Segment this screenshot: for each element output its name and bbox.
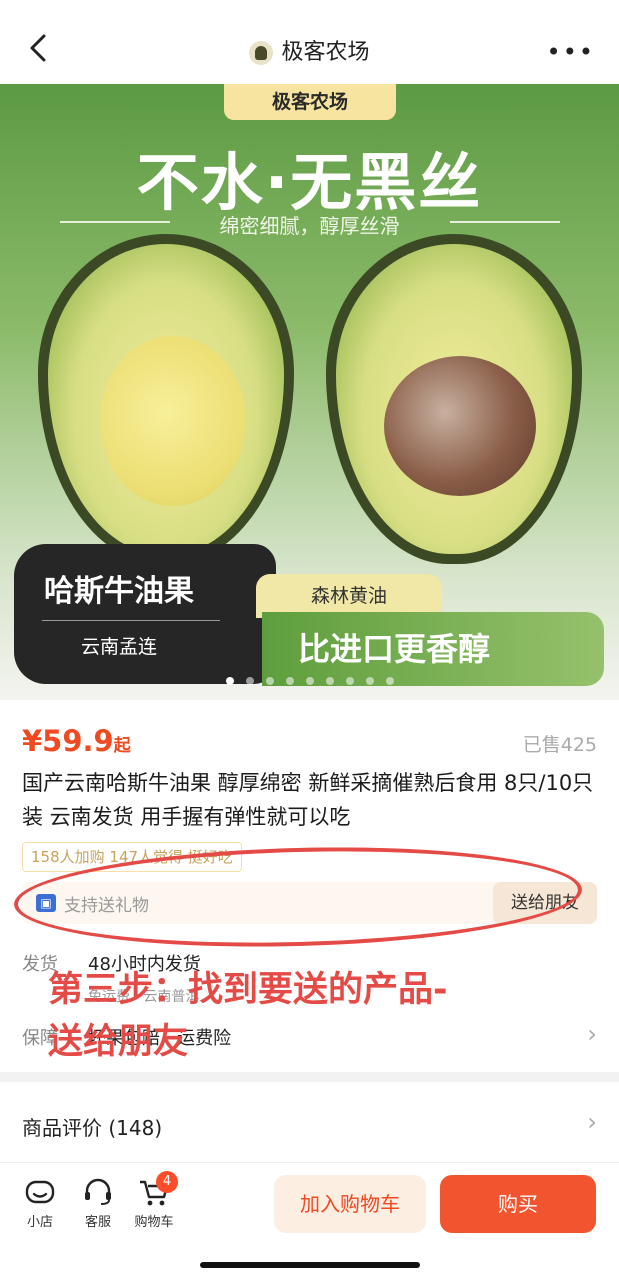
carousel-dot[interactable] [265, 677, 274, 685]
shop-name: 极客农场 [281, 40, 370, 65]
carousel-dot[interactable] [245, 677, 254, 685]
carousel-dot[interactable] [385, 677, 394, 685]
top-nav-bar: 极客农场 ••• [0, 0, 619, 84]
shop-button[interactable]: 小店 [14, 1177, 66, 1230]
price-suffix: 起 [113, 736, 131, 756]
tutorial-annotation: 第三步：找到要送的产品- 送给朋友 [48, 964, 448, 1068]
home-indicator[interactable] [200, 1262, 420, 1268]
hero-brand-tag: 极客农场 [224, 84, 396, 120]
hero-headline: 不水·无黑丝 [136, 146, 483, 219]
cart-button[interactable]: 4 购物车 [128, 1171, 180, 1230]
variety-badge: 哈斯牛油果 云南孟连 [14, 544, 276, 684]
chevron-right-icon: › [587, 1108, 597, 1136]
add-to-cart-button[interactable]: 加入购物车 [274, 1175, 426, 1233]
variety-origin: 云南孟连 [80, 636, 157, 658]
avocado-half-with-pit-image [326, 234, 582, 564]
chevron-right-icon[interactable]: › [587, 1020, 597, 1048]
more-options-icon[interactable]: ••• [547, 38, 595, 66]
product-image-carousel[interactable]: 极客农场 不水·无黑丝 绵密细腻，醇厚丝滑 哈斯牛油果 云南孟连 森林黄油 比进… [0, 84, 619, 700]
carousel-dot[interactable] [225, 677, 234, 685]
product-title: 国产云南哈斯牛油果 醇厚绵密 新鲜采摘催熟后食用 8只/10只装 云南发货 用手… [22, 771, 594, 829]
price-value: ¥59.9 [22, 724, 114, 758]
hero-band-text: 比进口更香醇 [298, 630, 491, 668]
carousel-dot[interactable] [345, 677, 354, 685]
shop-name-title[interactable]: 极客农场 [0, 34, 619, 66]
annotation-line-2: 送给朋友 [48, 1022, 189, 1062]
shop-logo-icon [249, 41, 274, 65]
carousel-dot[interactable] [285, 677, 294, 685]
avocado-half-without-pit-image [38, 234, 294, 564]
cart-label: 购物车 [134, 1215, 174, 1230]
shop-icon [25, 1180, 55, 1204]
cart-count-badge: 4 [156, 1171, 178, 1193]
reviews-label: 商品评价 (148) [22, 1116, 163, 1140]
variety-name: 哈斯牛油果 [44, 574, 194, 609]
service-label: 客服 [84, 1215, 111, 1230]
product-price: ¥59.9起 [22, 724, 131, 758]
headset-icon [85, 1178, 111, 1205]
shop-label: 小店 [26, 1215, 53, 1230]
annotation-line-1: 第三步：找到要送的产品- [48, 970, 448, 1010]
carousel-indicator[interactable] [0, 670, 619, 689]
buy-button[interactable]: 购买 [440, 1175, 596, 1233]
carousel-dot[interactable] [365, 677, 374, 685]
carousel-dot[interactable] [305, 677, 314, 685]
reviews-row[interactable]: 商品评价 (148) › [0, 1082, 619, 1162]
hero-divider-right [450, 221, 560, 223]
badge-rule [42, 620, 220, 621]
hero-subline: 绵密细腻，醇厚丝滑 [219, 214, 400, 238]
customer-service-button[interactable]: 客服 [72, 1177, 124, 1230]
carousel-dot[interactable] [325, 677, 334, 685]
sold-count: 已售425 [522, 734, 597, 756]
